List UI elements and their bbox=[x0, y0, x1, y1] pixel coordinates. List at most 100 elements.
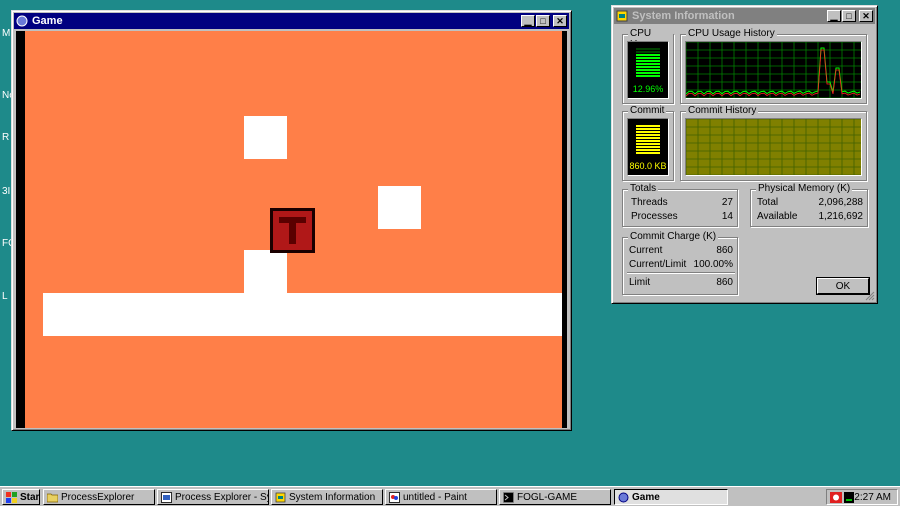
processes-value: 14 bbox=[721, 211, 733, 222]
minimize-button[interactable]: ▁ bbox=[521, 15, 535, 27]
commit-history-graph bbox=[685, 118, 862, 176]
threads-row: Threads 27 bbox=[631, 197, 733, 208]
clock[interactable]: 2:27 AM bbox=[854, 492, 891, 503]
cpu-history-group: CPU Usage History bbox=[680, 28, 867, 104]
available-label: Available bbox=[757, 211, 798, 222]
game-window[interactable]: Game ▁ □ ✕ bbox=[11, 10, 572, 431]
cpu-usage-meter: 12.96% bbox=[627, 41, 669, 99]
close-button[interactable]: ✕ bbox=[859, 10, 873, 22]
current-limit-label: Current/Limit bbox=[629, 259, 687, 270]
maximize-button[interactable]: □ bbox=[842, 10, 856, 22]
taskbar: Start ProcessExplorer Process Explorer -… bbox=[0, 486, 900, 506]
threads-label: Threads bbox=[631, 197, 668, 208]
available-value: 1,216,692 bbox=[818, 211, 864, 222]
close-button[interactable]: ✕ bbox=[553, 15, 567, 27]
commit-label: Commit bbox=[628, 105, 667, 116]
totals-label: Totals bbox=[628, 183, 659, 194]
system-tray: 2:27 AM bbox=[826, 489, 898, 505]
paint-icon bbox=[389, 491, 400, 503]
taskbar-item-paint[interactable]: untitled - Paint bbox=[385, 489, 497, 505]
threads-value: 27 bbox=[721, 197, 733, 208]
taskbar-item-process-explorer-sysinternals[interactable]: Process Explorer - Sysinter... bbox=[157, 489, 269, 505]
start-label: Start bbox=[20, 491, 40, 503]
desktop-icon-label[interactable]: M bbox=[2, 28, 10, 39]
limit-value: 860 bbox=[716, 277, 733, 288]
physical-memory-label: Physical Memory (K) bbox=[756, 183, 853, 194]
minimize-button[interactable]: ▁ bbox=[827, 10, 841, 22]
physical-memory-group: Physical Memory (K) Total 2,096,288 Avai… bbox=[750, 183, 868, 227]
maximize-icon: □ bbox=[540, 15, 546, 26]
player-sprite bbox=[270, 208, 315, 253]
processes-row: Processes 14 bbox=[631, 211, 733, 222]
commit-history-label: Commit History bbox=[686, 105, 759, 116]
totals-group: Totals Threads 27 Processes 14 bbox=[622, 183, 738, 227]
commit-meter: 860.0 KB bbox=[627, 118, 669, 176]
ok-button[interactable]: OK bbox=[817, 278, 869, 294]
close-icon: ✕ bbox=[556, 15, 564, 26]
available-row: Available 1,216,692 bbox=[757, 211, 863, 222]
commit-history-group: Commit History bbox=[680, 105, 867, 181]
taskbar-item-label: Game bbox=[632, 491, 660, 503]
commit-charge-group: Commit Charge (K) Current 860 Current/Li… bbox=[622, 231, 738, 295]
total-value: 2,096,288 bbox=[818, 197, 864, 208]
console-icon bbox=[503, 491, 514, 503]
windows-logo-icon bbox=[6, 491, 17, 503]
taskbar-item-label: untitled - Paint bbox=[403, 491, 467, 503]
window-title: System Information bbox=[632, 10, 735, 22]
maximize-icon: □ bbox=[846, 10, 852, 21]
limit-row: Limit 860 bbox=[629, 277, 733, 288]
desktop-icon-label[interactable]: 3I bbox=[2, 186, 10, 197]
current-label: Current bbox=[629, 245, 663, 256]
sysinfo-app-icon bbox=[616, 10, 628, 22]
game-field[interactable] bbox=[25, 31, 562, 428]
game-canvas[interactable] bbox=[16, 31, 567, 428]
system-information-icon bbox=[275, 492, 286, 503]
taskbar-item-label: Process Explorer - Sysinter... bbox=[175, 491, 268, 503]
block-tile bbox=[378, 186, 421, 229]
game-titlebar[interactable]: Game ▁ □ ✕ bbox=[14, 13, 569, 29]
ati-tray-icon[interactable] bbox=[830, 492, 842, 506]
taskbar-item-label: System Information bbox=[289, 491, 376, 503]
start-button[interactable]: Start bbox=[2, 489, 40, 505]
game-app-icon bbox=[16, 15, 28, 27]
taskbar-item-label: FOGL-GAME bbox=[517, 491, 578, 503]
cpu-history-graph bbox=[685, 41, 862, 99]
resize-grip-icon[interactable] bbox=[865, 291, 875, 301]
taskbar-item-fogl-game[interactable]: FOGL-GAME bbox=[499, 489, 611, 505]
close-icon: ✕ bbox=[862, 10, 870, 21]
monitor-tray-icon[interactable] bbox=[844, 492, 854, 506]
desktop-icon-label[interactable]: R bbox=[2, 132, 9, 143]
block-tile bbox=[244, 250, 287, 293]
commit-value: 860.0 KB bbox=[629, 161, 667, 171]
processes-label: Processes bbox=[631, 211, 678, 222]
floor-platform bbox=[43, 293, 562, 336]
current-limit-value: 100.00% bbox=[693, 259, 733, 270]
sysinfo-titlebar[interactable]: System Information ▁ □ ✕ bbox=[614, 8, 875, 24]
current-row: Current 860 bbox=[629, 245, 733, 256]
maximize-button[interactable]: □ bbox=[536, 15, 550, 27]
divider bbox=[627, 272, 735, 274]
window-title: Game bbox=[32, 15, 63, 27]
folder-icon bbox=[46, 492, 59, 503]
system-information-window[interactable]: System Information ▁ □ ✕ CPU Usage 12.96… bbox=[611, 5, 878, 304]
taskbar-item-label: ProcessExplorer bbox=[61, 491, 135, 503]
block-tile bbox=[244, 116, 287, 159]
total-row: Total 2,096,288 bbox=[757, 197, 863, 208]
desktop-icon-label[interactable]: L bbox=[2, 291, 8, 302]
process-explorer-icon bbox=[161, 491, 172, 503]
commit-group: Commit 860.0 KB bbox=[622, 105, 674, 181]
cpu-usage-value: 12.96% bbox=[632, 84, 664, 94]
taskbar-item-system-information[interactable]: System Information bbox=[271, 489, 383, 505]
total-label: Total bbox=[757, 197, 779, 208]
current-value: 860 bbox=[716, 245, 733, 256]
limit-label: Limit bbox=[629, 277, 651, 288]
current-limit-row: Current/Limit 100.00% bbox=[629, 259, 733, 270]
taskbar-item-game[interactable]: Game bbox=[614, 489, 728, 505]
minimize-icon: ▁ bbox=[830, 10, 838, 21]
taskbar-item-processexplorer[interactable]: ProcessExplorer bbox=[43, 489, 155, 505]
minimize-icon: ▁ bbox=[524, 15, 532, 26]
game-app-icon bbox=[618, 492, 629, 503]
cpu-usage-group: CPU Usage 12.96% bbox=[622, 28, 674, 104]
commit-charge-label: Commit Charge (K) bbox=[628, 231, 719, 242]
cpu-history-label: CPU Usage History bbox=[686, 28, 777, 39]
